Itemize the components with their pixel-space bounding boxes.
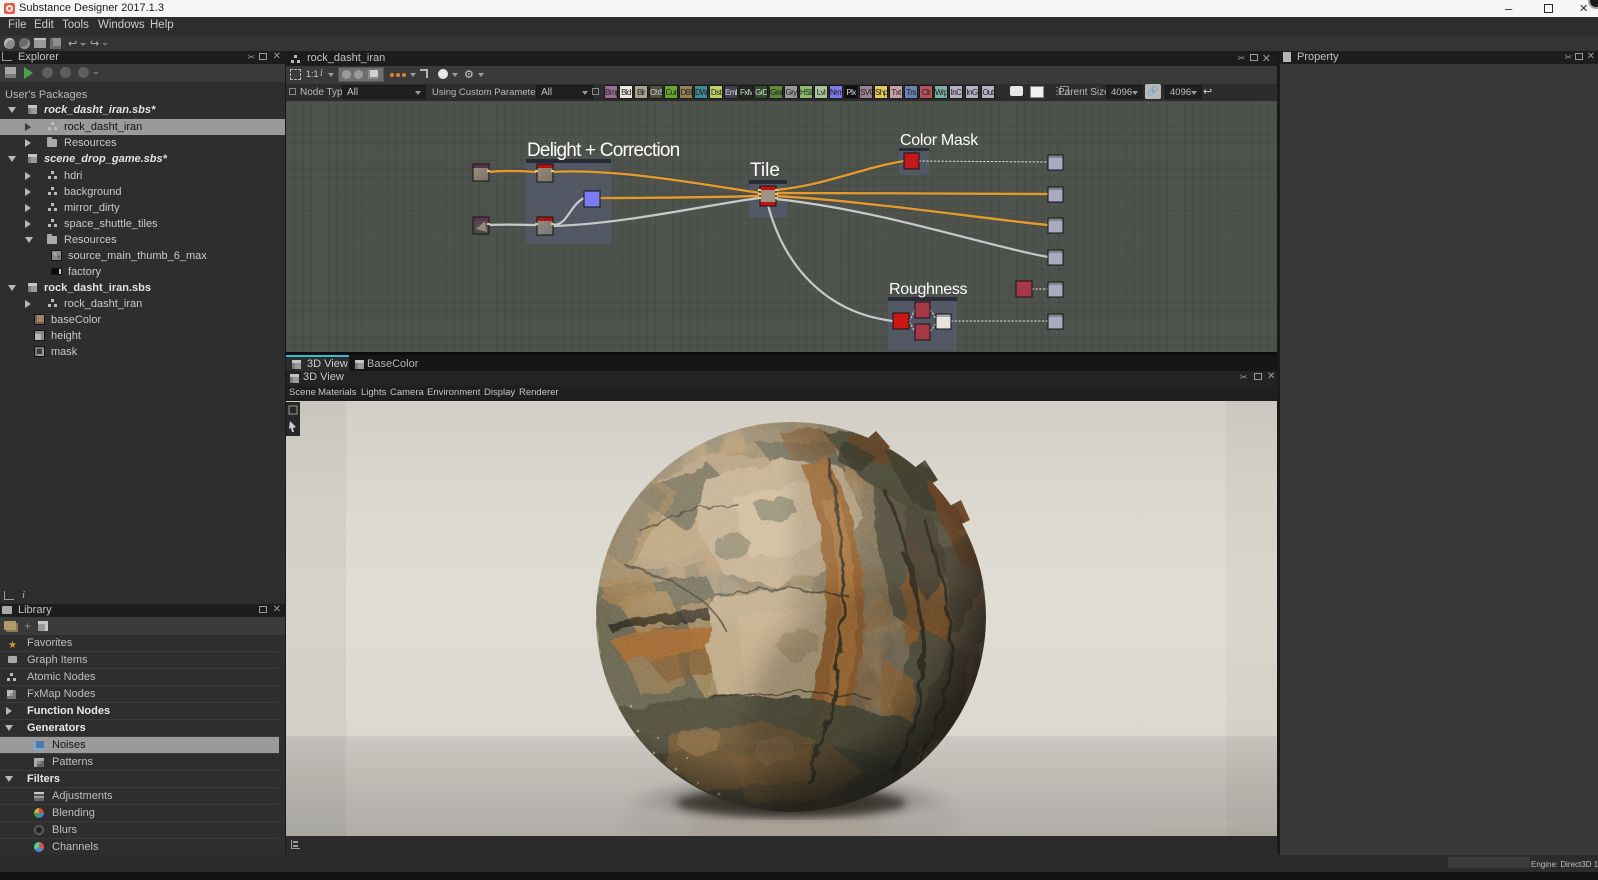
svg-text:Delight + Correction: Delight + Correction bbox=[527, 140, 680, 161]
svg-text:rock dasht iran - texturecan: rock dasht iran - texturecan bbox=[1149, 821, 1234, 828]
svg-text:Tile: Tile bbox=[750, 160, 780, 181]
svg-text:The material: The material bbox=[1190, 809, 1235, 818]
svg-text:Color Mask: Color Mask bbox=[900, 132, 979, 149]
svg-text:Roughness: Roughness bbox=[889, 281, 968, 298]
